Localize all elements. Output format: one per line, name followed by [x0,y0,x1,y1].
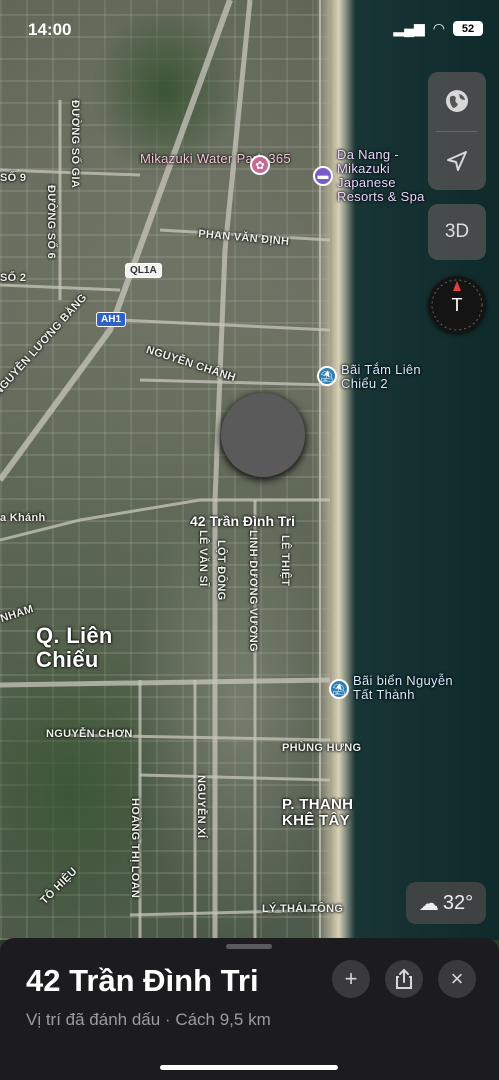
globe-icon[interactable] [428,72,486,130]
road-label: LÊ VĂN SĨ [197,530,209,587]
water-park-icon[interactable]: ✿ [250,155,270,175]
road-label: ĐƯỜNG SỐ 6 [45,185,57,260]
highway-shield: QL1A [125,263,162,278]
road-label: a Khánh [0,512,46,524]
globe-icon [446,90,468,112]
satellite-map[interactable]: 14:00 ▂▄▆ ◠ 52 Mikazuki Water Park 365 ✿… [0,0,499,940]
pin-label[interactable]: 42 Trần Đình Tri [190,513,295,529]
compass-letter: T [451,294,463,315]
hotel-icon[interactable]: ▬ [313,166,333,186]
wifi-icon: ◠ [432,20,445,36]
road-label: LÝ THÁI TÔNG [262,903,344,915]
status-time: 14:00 [28,20,72,39]
weather-badge[interactable]: ☁ 32° [406,882,486,924]
status-icons: ▂▄▆ ◠ 52 [393,20,483,37]
poi-label-resort[interactable]: Da Nang - Mikazuki Japanese Resorts & Sp… [337,148,442,204]
road-label: LINH DƯƠNG VƯƠNG [247,530,259,652]
share-button[interactable] [385,960,423,998]
poi-label-water-park[interactable]: Mikazuki Water Park 365 [140,152,291,166]
location-arrow-icon [447,151,467,171]
location-arrow-icon[interactable] [428,132,486,190]
pin-anchor [221,393,305,477]
cloud-icon: ☁ [418,892,439,915]
place-sheet[interactable] [0,938,499,1080]
road-label: LỘT ĐÔNG [215,540,227,601]
road-label: HOÀNG THỊ LOAN [129,798,141,899]
road-label: ĐƯỜNG SỐ GIA [69,100,81,189]
home-indicator[interactable] [160,1065,338,1070]
map-controls [428,72,486,190]
add-button[interactable]: + [332,960,370,998]
place-subtitle: Vị trí đã đánh dấu · Cách 9,5 km [26,1010,271,1029]
poi-label-beach-nguyen-tat-thanh[interactable]: Bãi biển Nguyễn Tất Thành [353,674,471,702]
road-label: SỐ 2 [0,272,27,284]
temperature: 32° [442,891,474,914]
close-button[interactable]: × [438,960,476,998]
poi-label-beach-lien-chieu[interactable]: Bãi Tắm Liên Chiểu 2 [341,363,441,391]
district-label: Q. Liên Chiểu [36,623,113,672]
battery-icon: 52 [453,21,483,36]
ward-label: P. THANH KHÊ TÂY [282,796,354,829]
compass[interactable]: T [428,276,486,334]
road-label: NGUYỄN XÍ [195,775,207,839]
share-icon [396,968,412,989]
beach-icon[interactable]: ⛱ [317,366,337,386]
3d-toggle-button[interactable]: 3D [428,204,486,260]
place-title: 42 Trần Đình Tri [26,963,259,998]
road-label: PHÙNG HƯNG [282,742,362,754]
road-label: NGUYỄN CHƠN [46,728,133,740]
highway-shield: AH1 [96,312,127,327]
beach-icon[interactable]: ⛱ [329,679,349,699]
road-label: SỐ 9 [0,172,27,184]
sheet-grabber[interactable] [226,944,272,949]
signal-icon: ▂▄▆ [393,20,425,36]
road-label: LÊ THIỆT [279,535,291,587]
